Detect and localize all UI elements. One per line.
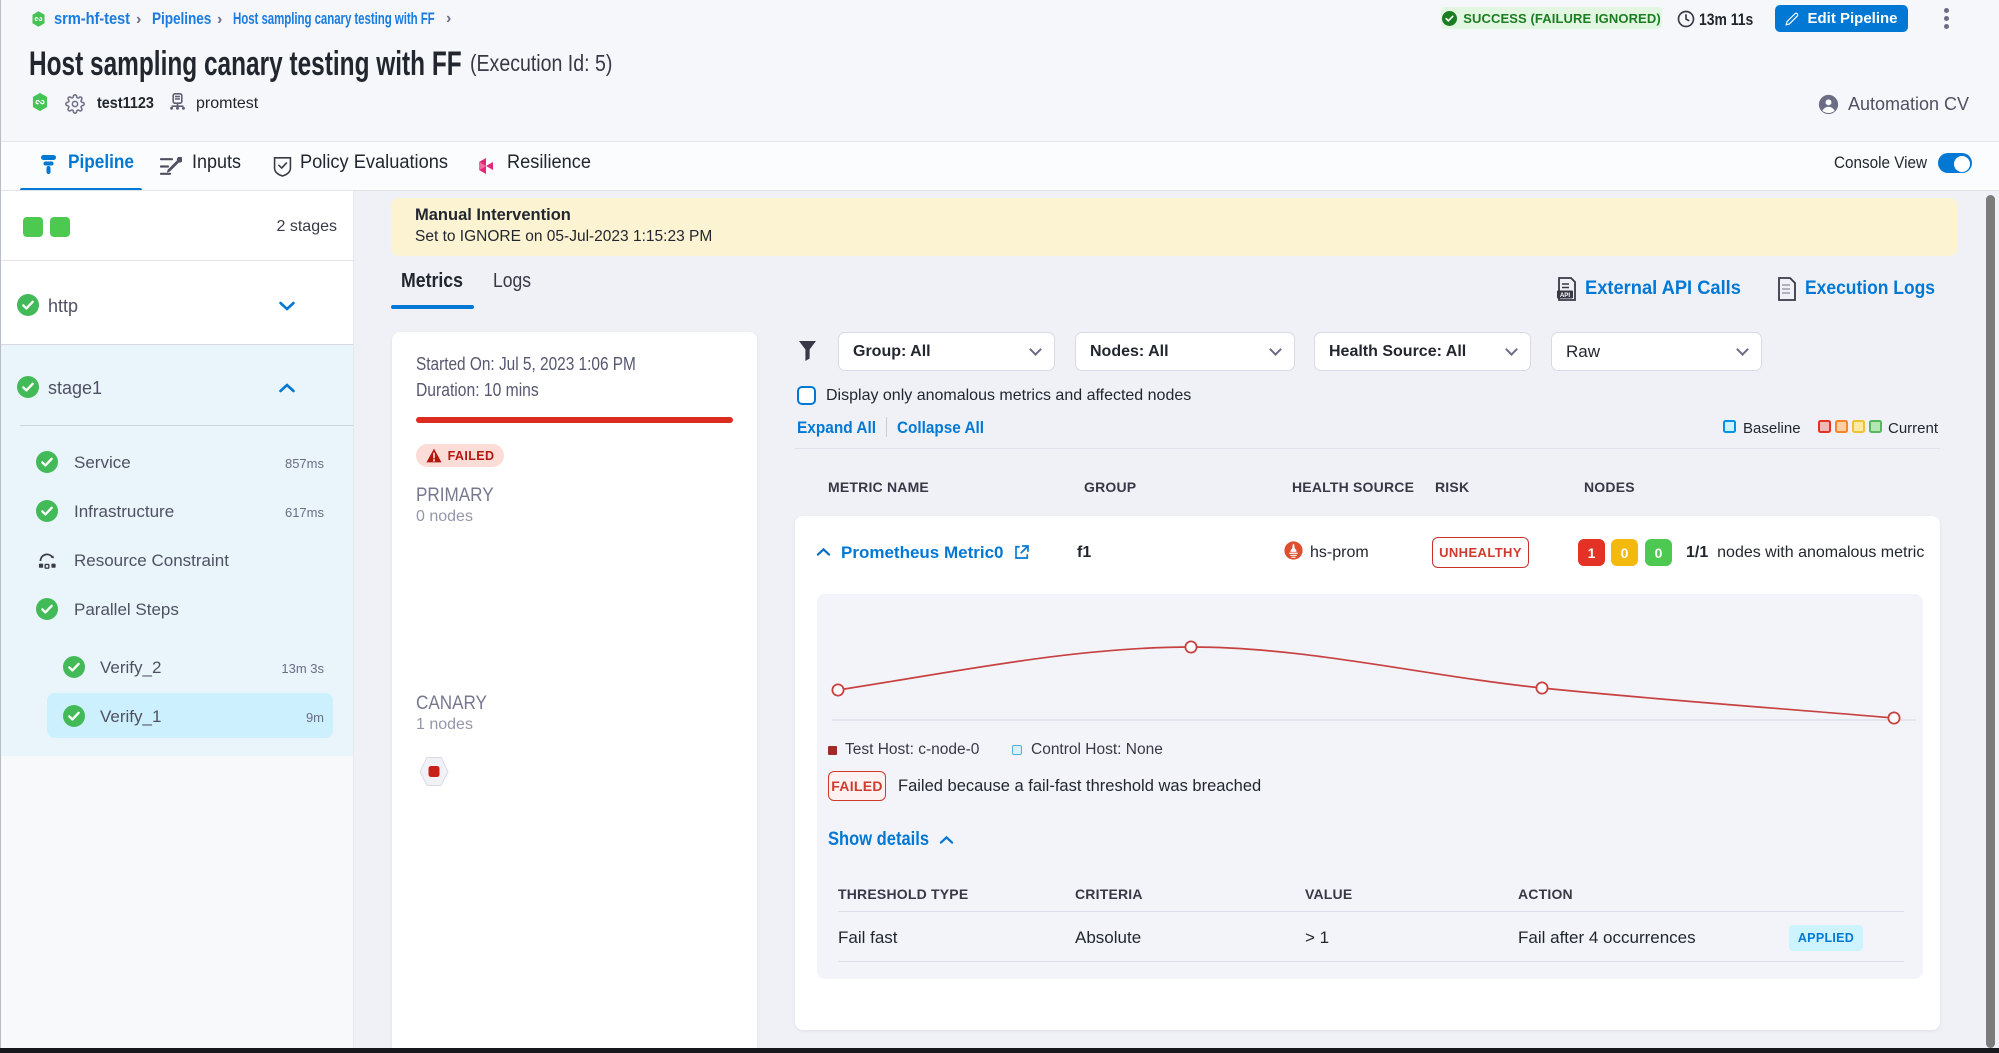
svg-text:API: API (1560, 292, 1571, 299)
